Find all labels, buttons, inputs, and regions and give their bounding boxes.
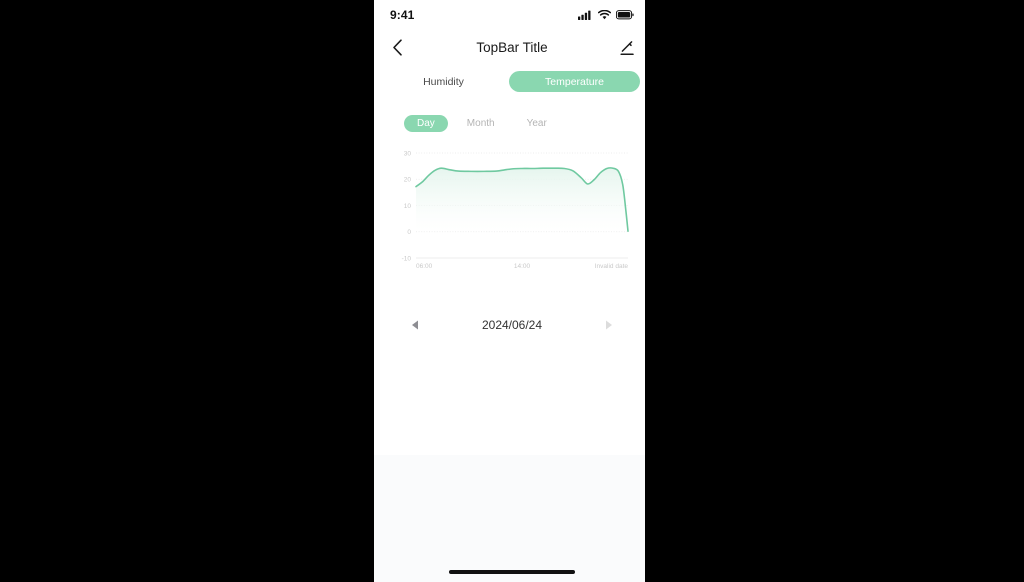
range-tab-month[interactable]: Month — [454, 115, 508, 132]
chart-y-axis-labels: 30 20 10 0 -10 — [402, 150, 412, 262]
page-title: TopBar Title — [476, 40, 548, 55]
range-tab-day-label: Day — [417, 118, 435, 129]
svg-text:-10: -10 — [402, 255, 412, 262]
range-tab-month-label: Month — [466, 118, 495, 129]
svg-text:Invalid date: Invalid date — [595, 263, 629, 270]
battery-icon — [616, 10, 634, 20]
screen-bezel-right — [645, 0, 650, 582]
screen-root: 9:41 TopBar Title Humidity Temperature D… — [0, 0, 1024, 582]
svg-text:10: 10 — [404, 203, 412, 210]
tab-humidity[interactable]: Humidity — [378, 71, 509, 92]
temperature-chart: 30 20 10 0 -10 06:00 14:00 Invalid date — [394, 145, 634, 280]
cellular-signal-icon — [578, 10, 591, 20]
chart-x-axis-labels: 06:00 14:00 Invalid date — [416, 263, 628, 270]
range-tab-year[interactable]: Year — [514, 115, 560, 132]
svg-text:0: 0 — [407, 229, 411, 236]
svg-text:20: 20 — [404, 177, 412, 184]
status-icons — [578, 10, 634, 20]
date-navigator: 2024/06/24 — [374, 310, 650, 340]
range-tab-bar: Day Month Year — [404, 115, 560, 132]
next-date-button[interactable] — [602, 318, 616, 332]
content-card: Humidity Temperature Day Month Year 30 2… — [374, 65, 650, 455]
svg-text:06:00: 06:00 — [416, 263, 433, 270]
nav-bar: TopBar Title — [374, 30, 650, 65]
home-indicator — [449, 570, 575, 574]
prev-date-button[interactable] — [408, 318, 422, 332]
triangle-left-icon — [411, 320, 418, 330]
range-tab-year-label: Year — [526, 118, 547, 129]
back-button[interactable] — [386, 37, 408, 59]
metric-tab-bar: Humidity Temperature — [374, 65, 650, 98]
status-time: 9:41 — [390, 8, 415, 22]
status-bar: 9:41 — [374, 0, 650, 30]
triangle-right-icon — [606, 320, 613, 330]
phone-viewport: 9:41 TopBar Title Humidity Temperature D… — [374, 0, 650, 582]
chevron-left-icon — [392, 39, 402, 56]
svg-text:14:00: 14:00 — [514, 263, 531, 270]
svg-text:30: 30 — [404, 150, 412, 157]
tab-humidity-label: Humidity — [423, 75, 464, 88]
tab-temperature-label: Temperature — [545, 75, 604, 88]
wifi-icon — [598, 10, 611, 20]
current-date-label: 2024/06/24 — [481, 318, 543, 332]
tab-temperature[interactable]: Temperature — [509, 71, 640, 92]
pencil-edit-icon — [620, 40, 634, 55]
range-tab-day[interactable]: Day — [404, 115, 448, 132]
edit-button[interactable] — [616, 37, 638, 59]
